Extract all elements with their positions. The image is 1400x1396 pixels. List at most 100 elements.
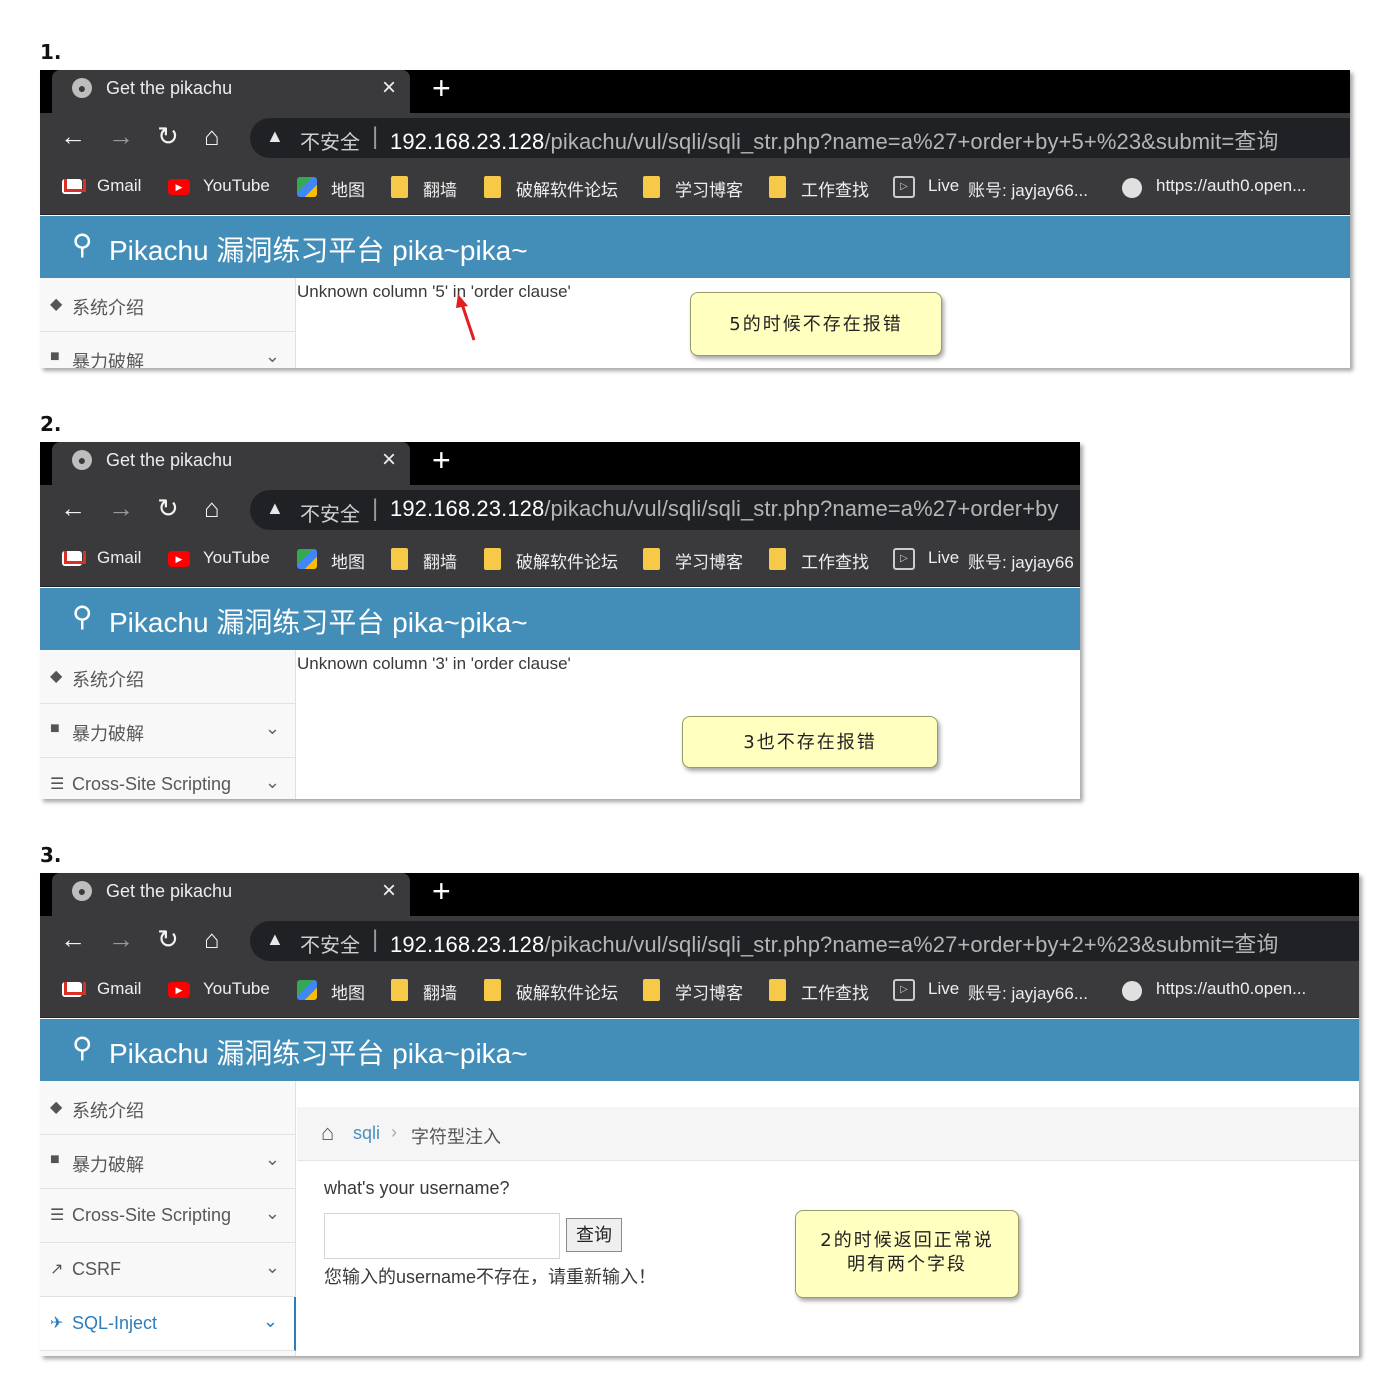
forward-icon[interactable]: → xyxy=(108,493,134,523)
warning-icon: ▲ xyxy=(266,929,284,949)
globe-icon: ● xyxy=(72,450,92,470)
bookmark-account[interactable]: 账号: jayjay66 xyxy=(968,548,1074,573)
address-bar[interactable]: ▲ 不安全 | 192.168.23.128/pikachu/vul/sqli/… xyxy=(250,490,1080,530)
close-icon[interactable]: × xyxy=(382,446,396,474)
new-tab-button[interactable]: + xyxy=(432,70,451,107)
bookmark-folder-1[interactable]: 翻墙 xyxy=(423,548,457,573)
back-icon[interactable]: ← xyxy=(60,493,86,523)
reload-icon[interactable]: ↻ xyxy=(157,121,179,151)
back-icon[interactable]: ← xyxy=(60,924,86,954)
bookmark-auth0[interactable]: https://auth0.open... xyxy=(1156,979,1306,999)
bookmark-maps[interactable]: 地图 xyxy=(331,548,365,573)
tab-title: Get the pikachu xyxy=(106,450,233,470)
bookmark-youtube[interactable]: YouTube xyxy=(203,979,270,999)
breadcrumb-page: 字符型注入 xyxy=(411,1127,501,1147)
bookmarks-bar: Gmail ▶ YouTube 地图 翻墙 破解软件论坛 学习博客 工作查找 ▷… xyxy=(40,966,1359,1018)
sidebar-item-xss[interactable]: ☰ Cross-Site Scripting ⌄ xyxy=(40,758,296,799)
browser-tab[interactable]: ● Get the pikachu × xyxy=(52,873,410,916)
sidebar-item-label: 系统介绍 xyxy=(72,298,144,318)
browser-tab[interactable]: ● Get the pikachu × xyxy=(52,442,410,485)
sidebar-item-intro[interactable]: ◆ 系统介绍 xyxy=(40,278,296,332)
insecure-label: 不安全 xyxy=(300,504,360,526)
bookmark-folder-4[interactable]: 工作查找 xyxy=(801,979,869,1004)
bookmark-live[interactable]: Live xyxy=(928,176,959,196)
bookmark-auth0[interactable]: https://auth0.open... xyxy=(1156,176,1306,196)
sidebar-item-sqli[interactable]: ✈ SQL-Inject ⌄ xyxy=(40,1297,296,1351)
bookmarks-bar: Gmail ▶ YouTube 地图 翻墙 破解软件论坛 学习博客 工作查找 ▷… xyxy=(40,535,1080,587)
maps-icon xyxy=(297,177,317,197)
bookmark-maps[interactable]: 地图 xyxy=(331,176,365,201)
home-icon[interactable]: ⌂ xyxy=(204,493,220,523)
sidebar-item-label: CSRF xyxy=(72,1259,121,1279)
bookmark-youtube[interactable]: YouTube xyxy=(203,176,270,196)
bookmark-folder-1[interactable]: 翻墙 xyxy=(423,176,457,201)
query-button[interactable]: 查询 xyxy=(566,1218,622,1252)
bookmark-folder-3[interactable]: 学习博客 xyxy=(675,548,743,573)
breadcrumb-section[interactable]: sqli xyxy=(353,1123,380,1144)
sidebar-item-label: Cross-Site Scripting xyxy=(72,774,232,794)
warning-icon: ▲ xyxy=(266,498,284,518)
sidebar-item-brute[interactable]: ■ 暴力破解 ⌄ xyxy=(40,704,296,758)
back-icon[interactable]: ← xyxy=(60,121,86,151)
plane-icon: ✈ xyxy=(50,1315,64,1332)
bookmark-folder-1[interactable]: 翻墙 xyxy=(423,979,457,1004)
forward-icon[interactable]: → xyxy=(108,121,134,151)
reload-icon[interactable]: ↻ xyxy=(157,493,179,523)
folder-icon xyxy=(484,176,501,198)
bookmark-folder-4[interactable]: 工作查找 xyxy=(801,176,869,201)
new-tab-button[interactable]: + xyxy=(432,873,451,910)
sidebar-item-csrf[interactable]: ↗ CSRF ⌄ xyxy=(40,1243,296,1297)
sidebar-item-label: 暴力破解 xyxy=(72,724,144,744)
list-icon: ☰ xyxy=(50,1207,65,1224)
new-tab-button[interactable]: + xyxy=(432,442,451,479)
sidebar-item-label: 暴力破解 xyxy=(72,352,144,368)
bookmark-folder-4[interactable]: 工作查找 xyxy=(801,548,869,573)
bookmark-account[interactable]: 账号: jayjay66... xyxy=(968,979,1088,1004)
tags-icon: ◆ xyxy=(50,668,63,685)
annotation-note-1: 5的时候不存在报错 xyxy=(690,292,942,356)
share-icon: ↗ xyxy=(50,1261,64,1278)
sidebar-item-intro[interactable]: ◆ 系统介绍 xyxy=(40,650,296,704)
bookmark-folder-3[interactable]: 学习博客 xyxy=(675,176,743,201)
bookmark-account[interactable]: 账号: jayjay66... xyxy=(968,176,1088,201)
live-icon: ▷ xyxy=(893,979,915,1001)
close-icon[interactable]: × xyxy=(382,877,396,905)
close-icon[interactable]: × xyxy=(382,74,396,102)
bookmark-maps[interactable]: 地图 xyxy=(331,979,365,1004)
bookmark-live[interactable]: Live xyxy=(928,979,959,999)
address-bar[interactable]: ▲ 不安全 | 192.168.23.128/pikachu/vul/sqli/… xyxy=(250,921,1359,961)
warning-icon: ▲ xyxy=(266,126,284,146)
bookmark-folder-2[interactable]: 破解软件论坛 xyxy=(516,979,618,1004)
page-title: Pikachu 漏洞练习平台 pika~pika~ xyxy=(109,1038,528,1069)
username-input[interactable] xyxy=(324,1213,560,1259)
maps-icon xyxy=(297,549,317,569)
bookmark-gmail[interactable]: Gmail xyxy=(97,176,141,196)
chevron-down-icon: ⌄ xyxy=(264,1257,280,1277)
bookmark-folder-2[interactable]: 破解软件论坛 xyxy=(516,548,618,573)
bookmark-gmail[interactable]: Gmail xyxy=(97,548,141,568)
sidebar-item-intro[interactable]: ◆ 系统介绍 xyxy=(40,1081,296,1135)
sidebar-item-xss[interactable]: ☰ Cross-Site Scripting ⌄ xyxy=(40,1189,296,1243)
url-text: 192.168.23.128/pikachu/vul/sqli/sqli_str… xyxy=(390,496,1059,522)
home-icon[interactable]: ⌂ xyxy=(204,121,220,151)
home-icon[interactable]: ⌂ xyxy=(204,924,220,954)
bookmark-gmail[interactable]: Gmail xyxy=(97,979,141,999)
note-line-2: 明有两个字段 xyxy=(847,1254,967,1275)
bookmark-live[interactable]: Live xyxy=(928,548,959,568)
bookmark-youtube[interactable]: YouTube xyxy=(203,548,270,568)
sidebar-item-label: 系统介绍 xyxy=(72,670,144,690)
folder-icon xyxy=(484,979,501,1001)
address-bar[interactable]: ▲ 不安全 | 192.168.23.128/pikachu/vul/sqli/… xyxy=(250,118,1350,158)
bookmark-folder-2[interactable]: 破解软件论坛 xyxy=(516,176,618,201)
forward-icon[interactable]: → xyxy=(108,924,134,954)
omni-separator: | xyxy=(372,123,379,150)
sidebar-item-brute[interactable]: ■ 暴力破解 ⌄ xyxy=(40,1135,296,1189)
bookmark-folder-3[interactable]: 学习博客 xyxy=(675,979,743,1004)
content-area: Unknown column '3' in 'order clause' 3也不… xyxy=(297,650,1080,799)
home-icon[interactable]: ⌂ xyxy=(321,1120,334,1146)
key-icon: ⚲ xyxy=(72,601,93,632)
browser-tab[interactable]: ● Get the pikachu × xyxy=(52,70,410,113)
sidebar-item-brute[interactable]: ■ 暴力破解 ⌄ xyxy=(40,332,296,368)
reload-icon[interactable]: ↻ xyxy=(157,924,179,954)
pikachu-header: ⚲ Pikachu 漏洞练习平台 pika~pika~ xyxy=(40,1019,1359,1081)
